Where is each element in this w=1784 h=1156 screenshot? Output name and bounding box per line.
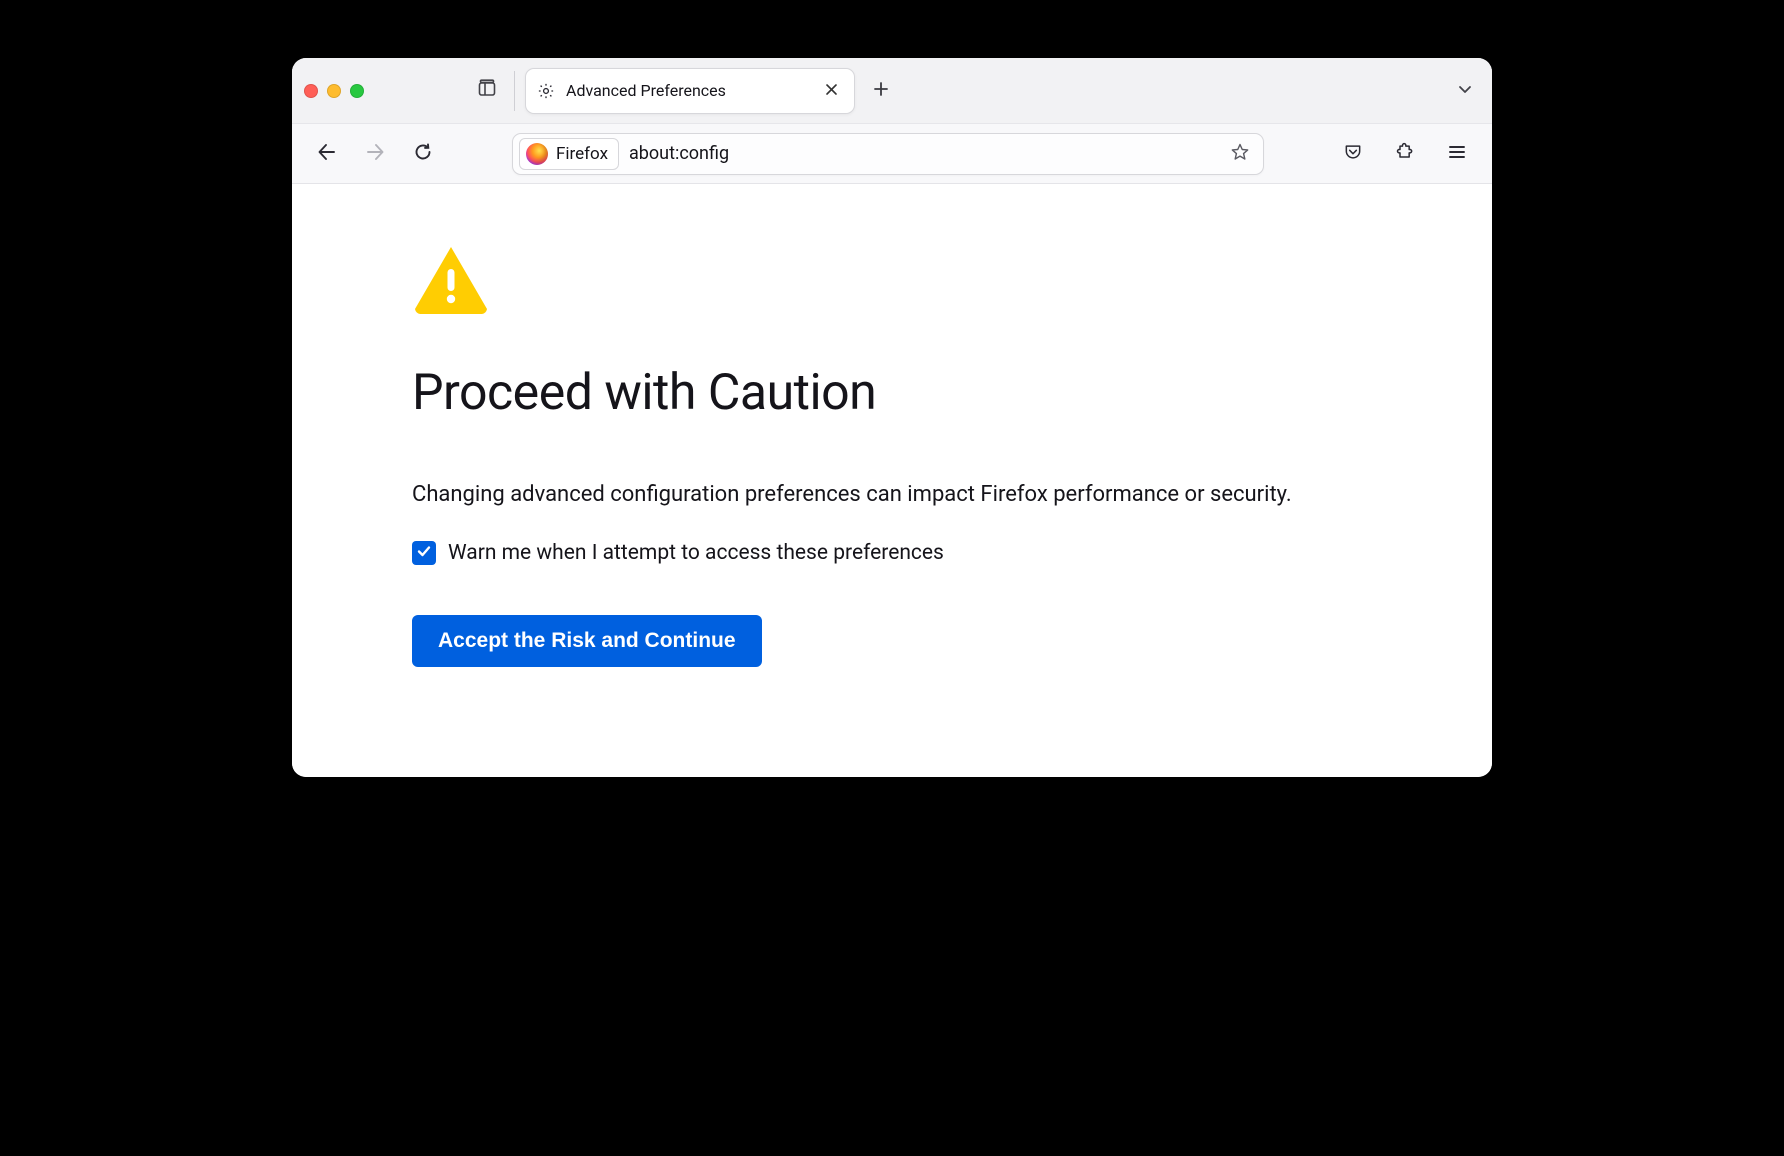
tab-active[interactable]: Advanced Preferences	[525, 68, 855, 114]
pocket-button[interactable]	[1334, 135, 1372, 173]
browser-window: Advanced Preferences	[292, 58, 1492, 777]
all-tabs-button[interactable]	[1448, 74, 1482, 108]
page-content: Proceed with Caution Changing advanced c…	[292, 184, 1492, 777]
tabbar-right	[1448, 74, 1482, 108]
forward-button[interactable]	[356, 135, 394, 173]
url-bar[interactable]: Firefox about:config	[512, 133, 1264, 175]
close-window-button[interactable]	[304, 84, 318, 98]
window-controls	[304, 84, 364, 98]
tab-divider	[514, 71, 515, 111]
tab-title: Advanced Preferences	[566, 81, 808, 100]
identity-label: Firefox	[556, 144, 608, 164]
firefox-logo-icon	[526, 143, 548, 165]
sidebar-icon	[477, 79, 497, 103]
star-icon	[1230, 142, 1250, 166]
warn-checkbox-row[interactable]: Warn me when I attempt to access these p…	[412, 541, 1492, 565]
close-icon	[825, 81, 838, 100]
sidebar-toggle-button[interactable]	[470, 74, 504, 108]
chevron-down-icon	[1457, 81, 1473, 101]
navigation-toolbar: Firefox about:config	[292, 124, 1492, 184]
warn-checkbox[interactable]	[412, 541, 436, 565]
minimize-window-button[interactable]	[327, 84, 341, 98]
app-menu-button[interactable]	[1438, 135, 1476, 173]
zoom-window-button[interactable]	[350, 84, 364, 98]
arrow-right-icon	[364, 141, 386, 167]
warn-checkbox-label: Warn me when I attempt to access these p…	[448, 541, 944, 565]
tab-strip: Advanced Preferences	[292, 58, 1492, 124]
plus-icon	[873, 81, 889, 101]
accept-risk-button[interactable]: Accept the Risk and Continue	[412, 615, 762, 667]
back-button[interactable]	[308, 135, 346, 173]
arrow-left-icon	[316, 141, 338, 167]
bookmark-star-button[interactable]	[1223, 137, 1257, 171]
checkmark-icon	[416, 541, 432, 565]
extensions-button[interactable]	[1386, 135, 1424, 173]
pocket-icon	[1343, 142, 1363, 166]
new-tab-button[interactable]	[863, 73, 899, 109]
gear-icon	[536, 81, 556, 101]
reload-button[interactable]	[404, 135, 442, 173]
toolbar-right	[1334, 135, 1476, 173]
puzzle-icon	[1395, 142, 1415, 166]
url-text: about:config	[629, 143, 1213, 164]
page-title: Proceed with Caution	[412, 364, 1492, 422]
tab-close-button[interactable]	[818, 78, 844, 104]
hamburger-icon	[1447, 142, 1467, 166]
warning-icon	[412, 244, 1492, 314]
identity-box[interactable]: Firefox	[519, 138, 619, 170]
warning-description: Changing advanced configuration preferen…	[412, 482, 1412, 507]
reload-icon	[413, 142, 433, 166]
